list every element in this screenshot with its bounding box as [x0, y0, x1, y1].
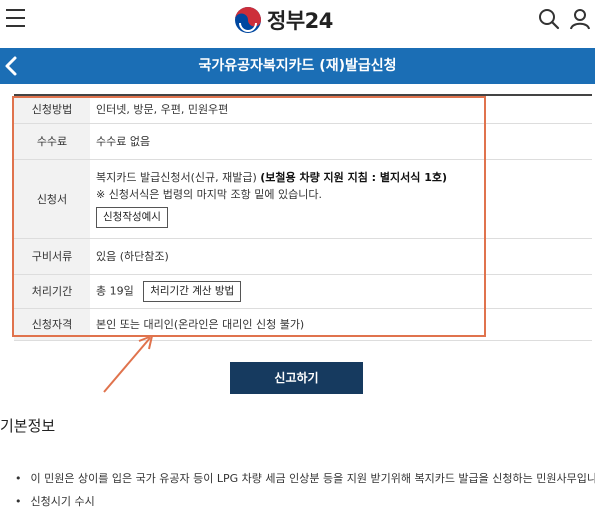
- taegeuk-logo-icon: [235, 7, 261, 33]
- row-value: 총 19일 처리기간 계산 방법: [90, 274, 592, 309]
- application-info-table: 신청방법 인터넷, 방문, 우편, 민원우편 수수료 수수료 없음 신청서 복지…: [14, 94, 592, 341]
- form-guideline: (보철용 차량 지원 지침 : 별지서식 1호): [260, 171, 448, 184]
- row-value: 인터넷, 방문, 우편, 민원우편: [90, 95, 592, 124]
- form-example-button[interactable]: 신청작성예시: [96, 207, 168, 228]
- basic-info-title: 기본정보: [0, 417, 56, 435]
- table-row: 수수료 수수료 없음: [14, 123, 592, 160]
- list-item: 이 민원은 상이를 입은 국가 유공자 등이 LPG 차량 세금 인상분 등을 …: [15, 470, 595, 493]
- row-label: 수수료: [14, 123, 90, 160]
- table-row: 구비서류 있음 (하단참조): [14, 238, 592, 275]
- page-title: 국가유공자복지카드 (재)발급신청: [198, 58, 397, 74]
- form-name: 복지카드 발급신청서(신규, 재발급): [96, 171, 261, 184]
- hamburger-menu-icon[interactable]: [6, 9, 26, 29]
- row-value: 본인 또는 대리인(온라인은 대리인 신청 불가): [90, 308, 592, 341]
- table-row: 신청자격 본인 또는 대리인(온라인은 대리인 신청 불가): [14, 308, 592, 341]
- row-label: 신청서: [14, 159, 90, 239]
- row-value: 있음 (하단참조): [90, 238, 592, 275]
- search-icon[interactable]: [538, 8, 560, 30]
- top-bar: 정부24: [0, 0, 595, 42]
- basic-info-list: 이 민원은 상이를 입은 국가 유공자 등이 LPG 차량 세금 인상분 등을 …: [15, 470, 595, 516]
- period-calc-button[interactable]: 처리기간 계산 방법: [143, 280, 242, 302]
- row-label: 처리기간: [14, 274, 90, 309]
- page-title-bar: 국가유공자복지카드 (재)발급신청: [0, 48, 595, 84]
- list-item: 신청시기 수시: [15, 493, 595, 516]
- row-value: 복지카드 발급신청서(신규, 재발급) (보철용 차량 지원 지침 : 별지서식…: [90, 159, 592, 239]
- logo-text: 정부24: [267, 9, 333, 33]
- table-row: 처리기간 총 19일 처리기간 계산 방법: [14, 274, 592, 309]
- table-row: 신청방법 인터넷, 방문, 우편, 민원우편: [14, 95, 592, 124]
- user-icon[interactable]: [569, 8, 591, 30]
- row-label: 신청방법: [14, 95, 90, 124]
- form-name-line: 복지카드 발급신청서(신규, 재발급) (보철용 차량 지원 지침 : 별지서식…: [96, 169, 592, 186]
- logo[interactable]: 정부24: [234, 5, 333, 35]
- row-label: 신청자격: [14, 308, 90, 341]
- form-note: ※ 신청서식은 법령의 마지막 조항 밑에 있습니다.: [96, 188, 322, 201]
- processing-period: 총 19일: [96, 284, 134, 297]
- row-label: 구비서류: [14, 238, 90, 275]
- submit-button[interactable]: 신고하기: [230, 362, 363, 394]
- table-row: 신청서 복지카드 발급신청서(신규, 재발급) (보철용 차량 지원 지침 : …: [14, 159, 592, 239]
- row-value: 수수료 없음: [90, 123, 592, 160]
